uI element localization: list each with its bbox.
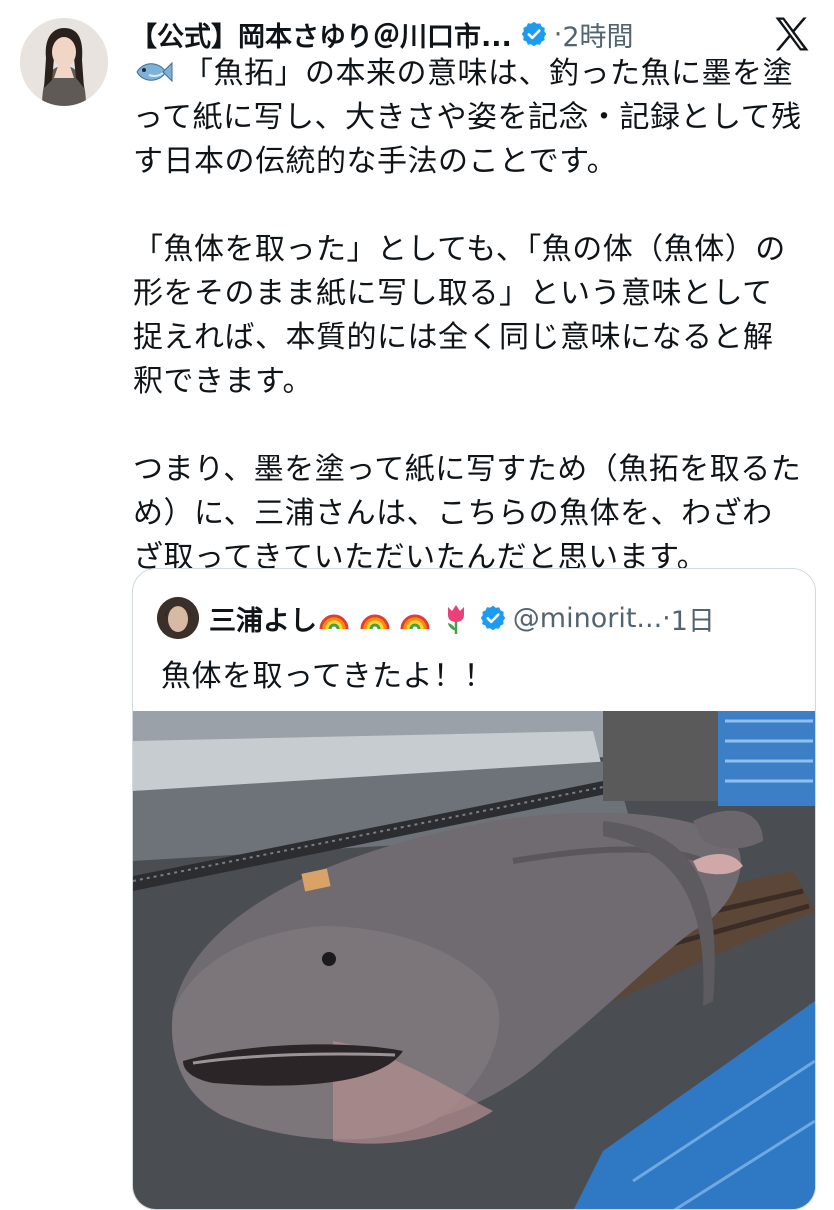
tweet-paragraph: 「魚拓」の本来の意味は、釣った魚に墨を塗って紙に写し、大きさや姿を記念・記録とし… (133, 52, 803, 184)
rainbow-icon (319, 614, 349, 630)
tweet-paragraph-1: 「魚拓」の本来の意味は、釣った魚に墨を塗って紙に写し、大きさや姿を記念・記録とし… (133, 56, 802, 179)
rainbow-icon (400, 614, 430, 630)
quoted-tweet[interactable]: 三浦よし @minorit... · 1日 魚体を取ってきたよ！！ (132, 568, 816, 1210)
tweet-header: 【公式】岡本さゆり＠川口市... · 2時間 (130, 14, 770, 54)
tweet-paragraph-2: 「魚体を取った」としても、「魚の体（魚体）の形をそのまま紙に写し取る」という意味… (133, 232, 786, 399)
tweet-text: 「魚拓」の本来の意味は、釣った魚に墨を塗って紙に写し、大きさや姿を記念・記録とし… (133, 52, 803, 580)
quoted-tweet-text: 魚体を取ってきたよ！！ (161, 659, 495, 694)
quoted-tweet-timestamp[interactable]: 1日 (671, 599, 715, 638)
tulip-icon (447, 605, 464, 634)
quoted-author-name[interactable]: 三浦よし (209, 599, 317, 638)
tweet-paragraph-3: つまり、墨を塗って紙に写すため（魚拓を取るため）に、三浦さんは、こちらの魚体を、… (133, 452, 802, 575)
author-avatar[interactable] (20, 18, 108, 106)
quoted-author-avatar[interactable] (157, 597, 199, 639)
verified-badge-icon (521, 21, 547, 47)
header-separator: · (553, 18, 563, 50)
rainbow-icon (360, 614, 390, 630)
quoted-author-handle[interactable]: @minorit... (513, 603, 662, 634)
author-name[interactable]: 【公式】岡本さゆり＠川口市... (130, 15, 512, 54)
quoted-tweet-header: 三浦よし @minorit... · 1日 (157, 595, 797, 641)
fish-icon (136, 61, 173, 83)
name-emoji-group (317, 601, 471, 635)
tweet-timestamp[interactable]: 2時間 (562, 15, 633, 54)
quoted-header-separator: · (662, 602, 671, 634)
x-logo-icon[interactable] (770, 12, 814, 56)
quoted-tweet-photo[interactable] (133, 711, 815, 1209)
verified-badge-icon (480, 605, 506, 631)
